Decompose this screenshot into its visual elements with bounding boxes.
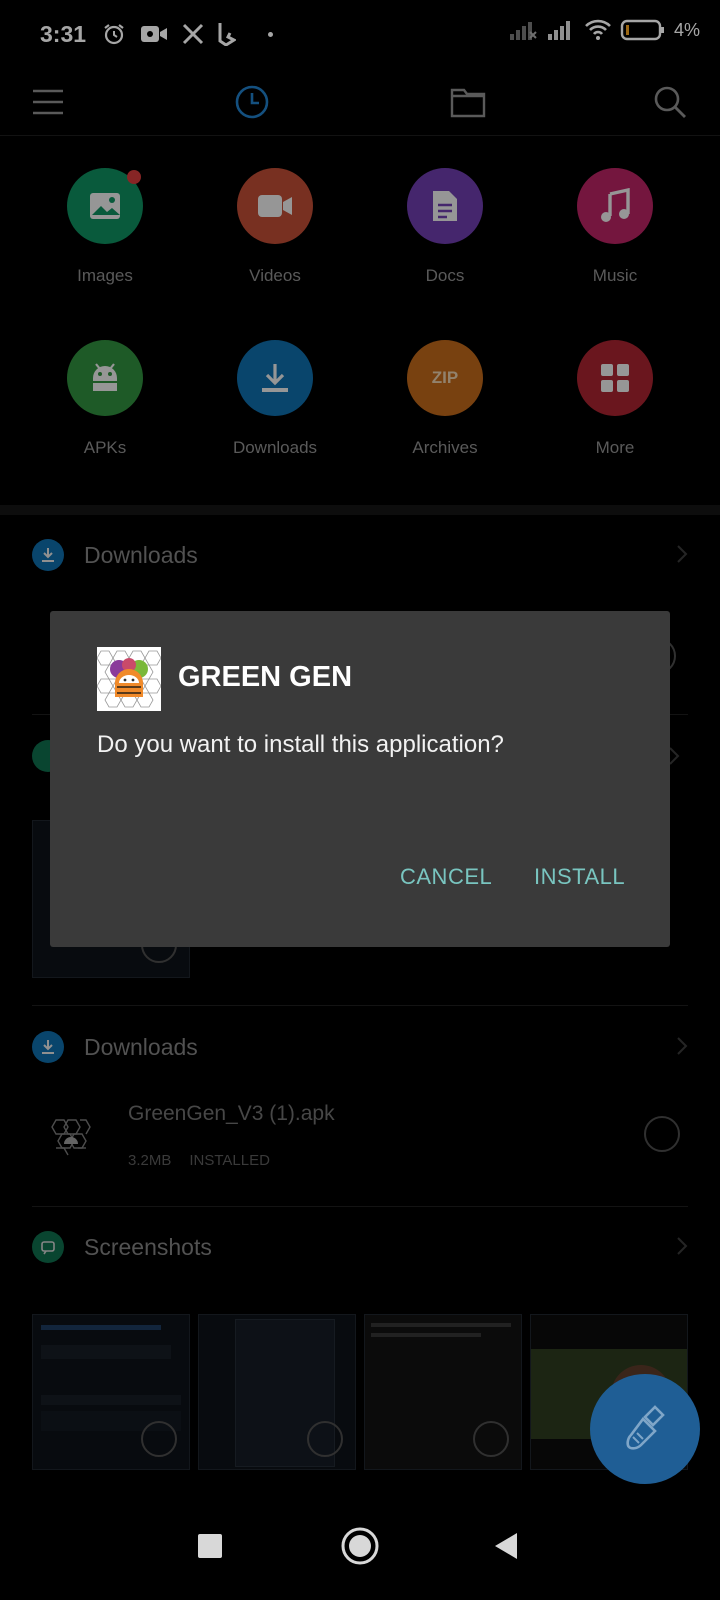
back-button[interactable] [478,1518,534,1574]
square-icon [198,1534,222,1558]
dialog-message: Do you want to install this application? [97,731,504,758]
back-triangle-icon [495,1533,517,1559]
install-dialog: GREEN GEN Do you want to install this ap… [50,611,670,947]
circle-icon [341,1527,379,1565]
install-button[interactable]: INSTALL [534,864,625,890]
navigation-bar [0,1490,720,1600]
broom-icon [626,1405,665,1450]
cancel-button[interactable]: CANCEL [400,864,492,890]
recents-button[interactable] [182,1518,238,1574]
home-button[interactable] [332,1518,388,1574]
clean-fab-button[interactable] [590,1374,700,1484]
app-icon [97,647,161,711]
dialog-title: GREEN GEN [178,661,353,693]
